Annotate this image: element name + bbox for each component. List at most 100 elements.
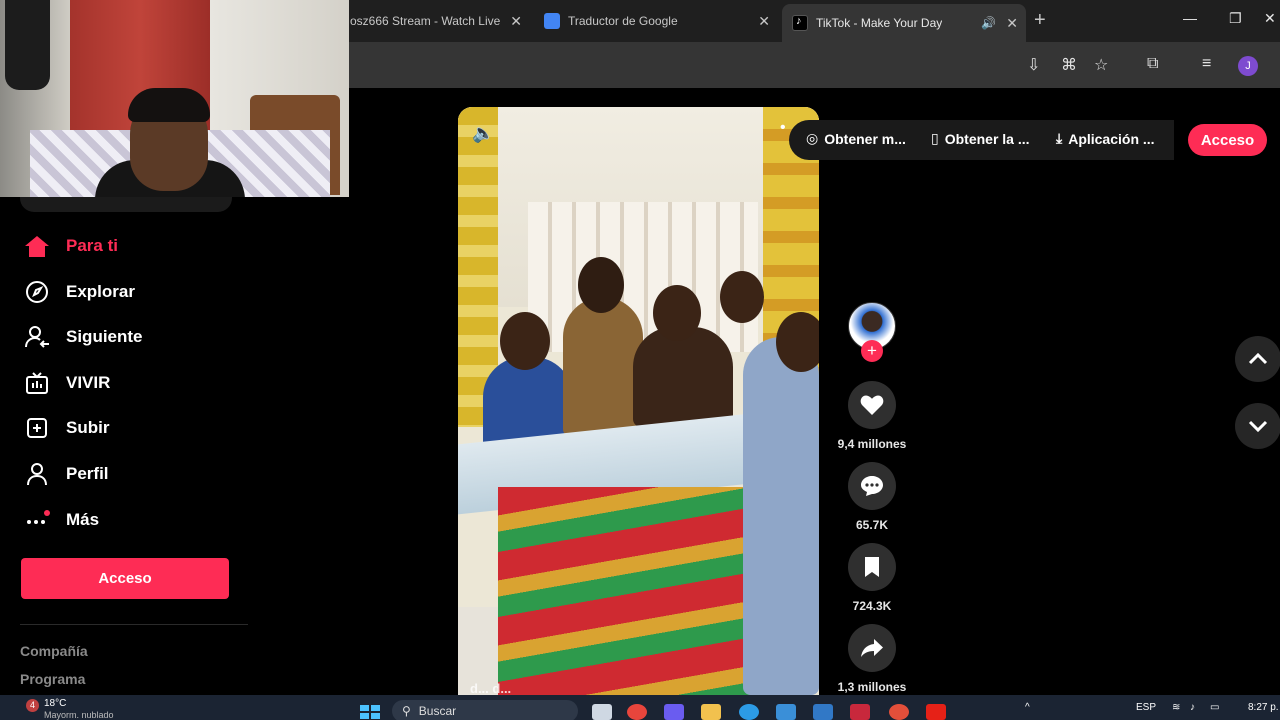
comment-button[interactable]: [848, 462, 896, 510]
video-person-head: [500, 312, 550, 370]
sidebar-item-vivir[interactable]: VIVIR: [24, 368, 224, 398]
footer-link-company[interactable]: Compañía: [20, 643, 88, 659]
speaker-icon[interactable]: 🔊: [981, 16, 996, 30]
pill-label: Obtener la ...: [944, 130, 1030, 147]
sidebar-item-label: Subir: [66, 418, 110, 437]
download-icon: ⤓: [1056, 130, 1063, 146]
video-player[interactable]: 🔈 • d... d...: [458, 107, 819, 695]
webcam-person-hair: [128, 88, 210, 122]
like-button[interactable]: [848, 381, 896, 429]
tab-title: osz666 Stream - Watch Live o: [350, 14, 500, 28]
previous-video-button[interactable]: [1235, 336, 1280, 382]
phone-icon: ▯: [931, 130, 939, 146]
input-language[interactable]: ESP: [1136, 702, 1156, 713]
profile-icon: [24, 461, 50, 487]
translate-icon[interactable]: ⌘: [1061, 55, 1077, 75]
taskbar-search[interactable]: ⚲ Buscar: [392, 700, 578, 720]
extensions-icon[interactable]: ⧉: [1147, 55, 1158, 73]
copilot-icon[interactable]: [664, 704, 684, 720]
video-scene-shelves: [528, 202, 758, 352]
video-person-head: [776, 312, 819, 372]
chrome-icon[interactable]: [627, 704, 647, 720]
live-tv-icon: [24, 370, 50, 396]
install-app-icon[interactable]: ⇩: [1027, 55, 1040, 75]
screen: osz666 Stream - Watch Live o ✕ Traductor…: [0, 0, 1280, 720]
sidebar-item-perfil[interactable]: Perfil: [24, 459, 224, 489]
video-person: [563, 297, 643, 437]
tab-close-icon[interactable]: ✕: [758, 13, 770, 30]
video-person-head: [578, 257, 624, 313]
heart-icon: [860, 395, 884, 415]
mail-icon[interactable]: [850, 704, 870, 720]
save-button[interactable]: [848, 543, 896, 591]
sidebar-item-label: Siguiente: [66, 327, 143, 346]
weather-temperature[interactable]: 18°C: [44, 698, 66, 709]
notification-badge: 4: [26, 699, 39, 712]
share-arrow-icon: [861, 639, 883, 657]
sidebar-item-para-ti[interactable]: Para ti: [24, 231, 224, 261]
task-view-icon[interactable]: [592, 704, 612, 720]
next-video-button[interactable]: [1235, 403, 1280, 449]
sidebar-item-label: Perfil: [66, 464, 109, 483]
sidebar-item-siguiente[interactable]: Siguiente: [24, 322, 224, 352]
minimize-button[interactable]: —: [1183, 10, 1197, 26]
store-icon[interactable]: [776, 704, 796, 720]
desktop-app-button[interactable]: ⤓ Aplicación ...: [1056, 130, 1155, 147]
get-app-button[interactable]: ▯ Obtener la ...: [931, 130, 1030, 147]
comment-bubble-icon: [861, 476, 883, 496]
maximize-button[interactable]: ❐: [1229, 10, 1242, 27]
windows-start-icon[interactable]: [360, 705, 380, 719]
window-close-button[interactable]: ✕: [1264, 10, 1276, 27]
tab-close-icon[interactable]: ✕: [510, 13, 522, 30]
like-count: 9,4 millones: [837, 437, 907, 451]
profile-avatar[interactable]: J: [1238, 56, 1258, 76]
battery-icon[interactable]: ▭: [1210, 702, 1219, 713]
upload-plus-icon: [24, 415, 50, 441]
sidebar-item-mas[interactable]: Más: [24, 505, 224, 535]
sidebar-divider: [20, 624, 248, 625]
youtube-icon[interactable]: [926, 704, 946, 720]
tab-translate[interactable]: Traductor de Google ✕: [534, 6, 778, 36]
edge-icon[interactable]: [739, 704, 759, 720]
sidebar-login-button[interactable]: Acceso: [21, 558, 229, 599]
share-count: 1,3 millones: [837, 680, 907, 694]
video-caption: d... d...: [470, 681, 512, 695]
header-login-button[interactable]: Acceso: [1188, 124, 1267, 156]
video-person: [743, 337, 819, 695]
home-icon: [24, 233, 50, 259]
new-tab-button[interactable]: +: [1034, 9, 1046, 32]
pill-label: Aplicación ...: [1068, 130, 1155, 147]
tray-chevron-up-icon[interactable]: ^: [1025, 702, 1030, 713]
search-icon: ⚲: [402, 704, 411, 718]
sidebar-item-label: Más: [66, 510, 100, 529]
sidebar-item-explorar[interactable]: Explorar: [24, 277, 224, 307]
media-controls-icon[interactable]: ≡: [1202, 55, 1211, 73]
volume-icon[interactable]: 🔈: [472, 123, 494, 144]
follow-plus-button[interactable]: +: [861, 340, 883, 362]
save-count: 724.3K: [852, 599, 892, 613]
video-person-head: [720, 271, 764, 323]
get-coins-button[interactable]: ◎ Obtener m...: [806, 130, 906, 147]
pill-label: Obtener m...: [824, 130, 906, 147]
file-explorer-icon[interactable]: [701, 704, 721, 720]
weather-description: Mayorm. nublado: [44, 710, 114, 720]
tab-tiktok[interactable]: TikTok - Make Your Day 🔊 ✕: [782, 4, 1026, 42]
chevron-up-icon: [1248, 353, 1268, 365]
clock-time[interactable]: 8:27 p.: [1248, 702, 1279, 713]
wifi-icon[interactable]: ≋: [1172, 702, 1180, 713]
footer-link-program[interactable]: Programa: [20, 671, 85, 687]
video-person: [633, 327, 733, 427]
bookmark-icon: [865, 557, 879, 577]
video-person-head: [653, 285, 701, 341]
app-icon[interactable]: [889, 704, 909, 720]
coin-icon: ◎: [806, 130, 819, 146]
tab-stream[interactable]: osz666 Stream - Watch Live o ✕: [340, 6, 530, 36]
volume-tray-icon[interactable]: ♪: [1190, 702, 1195, 713]
share-button[interactable]: [848, 624, 896, 672]
bookmark-star-icon[interactable]: ☆: [1094, 55, 1108, 75]
tab-close-icon[interactable]: ✕: [1006, 15, 1018, 32]
sidebar-item-subir[interactable]: Subir: [24, 413, 224, 443]
app-icon[interactable]: [813, 704, 833, 720]
google-translate-favicon-icon: [544, 13, 560, 29]
video-more-icon[interactable]: •: [780, 119, 786, 137]
